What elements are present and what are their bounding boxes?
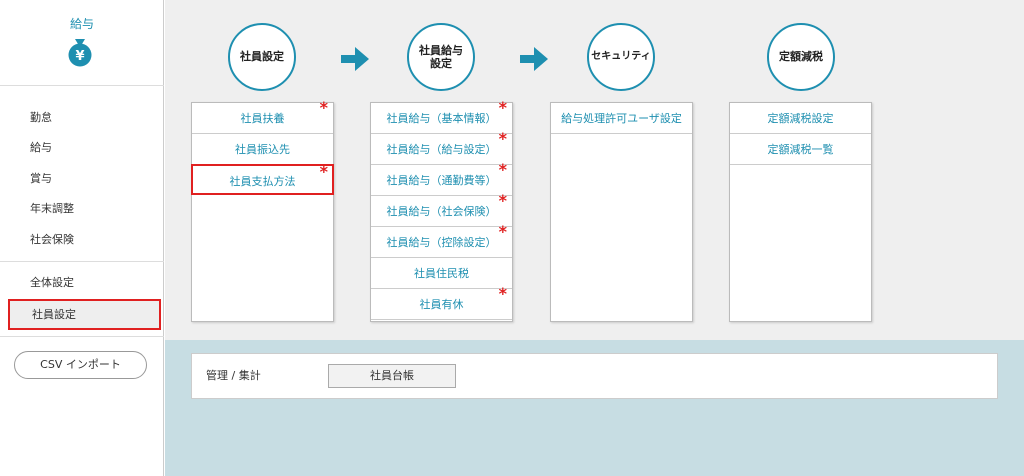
nav-attendance[interactable]: 勤怠 — [0, 104, 164, 132]
required-mark: * — [498, 129, 507, 148]
item-label: 社員振込先 — [235, 143, 290, 156]
app-brand: 給与 ¥ — [0, 0, 164, 86]
step-label: 社員給与 — [419, 43, 463, 57]
svg-text:¥: ¥ — [75, 49, 84, 64]
item-label: 社員給与（給与設定） — [386, 143, 497, 156]
item-label: 社員有休 — [419, 298, 464, 311]
step-label: 定額減税 — [779, 50, 823, 64]
step-fixed-tax-reduction: 定額減税 — [767, 23, 835, 91]
salary-social-insurance-link[interactable]: 社員給与（社会保険） * — [371, 191, 512, 227]
employee-salary-column: 社員給与（基本情報） * 社員給与（給与設定） * 社員給与（通勤費等） * 社… — [370, 98, 513, 322]
step-security: セキュリティ — [587, 23, 655, 91]
nav-salary[interactable]: 給与 — [0, 134, 164, 162]
salary-commute-link[interactable]: 社員給与（通勤費等） * — [371, 160, 512, 196]
nav-global-settings[interactable]: 全体設定 — [0, 269, 164, 297]
tax-reduction-settings-link[interactable]: 定額減税設定 — [730, 103, 871, 134]
sidebar: 給与 ¥ 勤怠 給与 賞与 年末調整 社会保険 全体設定 社員設定 CSV イン… — [0, 0, 164, 476]
nav-bonus[interactable]: 賞与 — [0, 165, 164, 193]
required-mark: * — [498, 191, 507, 210]
item-label: 社員給与（通勤費等） — [386, 174, 497, 187]
item-label: 社員給与（控除設定） — [386, 236, 497, 249]
employee-ledger-button[interactable]: 社員台帳 — [328, 364, 456, 388]
tax-reduction-list-link[interactable]: 定額減税一覧 — [730, 134, 871, 165]
app-title: 給与 — [69, 17, 94, 31]
nav-year-end-adjustment[interactable]: 年末調整 — [0, 195, 164, 223]
employee-paid-leave-link[interactable]: 社員有休 * — [371, 284, 512, 320]
item-label: 社員支払方法 — [229, 175, 296, 188]
nav-social-insurance[interactable]: 社会保険 — [0, 226, 164, 254]
money-bag-icon: ¥ — [68, 39, 92, 67]
step-employee-salary-settings: 社員給与 設定 — [407, 23, 475, 91]
item-label: 社員給与（基本情報） — [386, 112, 497, 125]
nav-divider — [0, 336, 164, 337]
security-column: 給与処理許可ユーザ設定 — [550, 102, 693, 322]
required-mark: * — [498, 222, 507, 241]
management-label: 管理 / 集計 — [206, 369, 261, 382]
required-mark: * — [319, 162, 328, 181]
arrow-right-icon — [520, 47, 548, 71]
employee-settings-column: 社員扶養 * 社員振込先 社員支払方法 * — [191, 98, 334, 322]
required-mark: * — [498, 98, 507, 117]
item-label: 定額減税一覧 — [767, 143, 834, 156]
item-label: 社員給与（社会保険） — [386, 205, 497, 218]
employee-dependents-link[interactable]: 社員扶養 * — [192, 98, 333, 134]
required-mark: * — [498, 284, 507, 303]
employee-payment-method-link[interactable]: 社員支払方法 * — [191, 164, 334, 195]
item-label: 給与処理許可ユーザ設定 — [561, 112, 682, 125]
step-employee-settings: 社員設定 — [228, 23, 296, 91]
step-label: 社員設定 — [240, 50, 284, 64]
salary-deduction-settings-link[interactable]: 社員給与（控除設定） * — [371, 222, 512, 258]
nav-divider — [0, 261, 164, 262]
salary-basic-info-link[interactable]: 社員給与（基本情報） * — [371, 98, 512, 134]
payroll-permission-users-link[interactable]: 給与処理許可ユーザ設定 — [551, 103, 692, 134]
arrow-right-icon — [341, 47, 369, 71]
employee-bank-account-link[interactable]: 社員振込先 — [192, 134, 333, 165]
step-label: セキュリティ — [591, 51, 651, 62]
salary-pay-settings-link[interactable]: 社員給与（給与設定） * — [371, 129, 512, 165]
item-label: 定額減税設定 — [767, 112, 834, 125]
step-label: 設定 — [430, 57, 452, 70]
item-label: 社員住民税 — [414, 267, 469, 280]
item-label: 社員扶養 — [240, 112, 285, 125]
employee-resident-tax-link[interactable]: 社員住民税 — [371, 258, 512, 289]
fixed-tax-reduction-column: 定額減税設定 定額減税一覧 — [729, 102, 872, 322]
required-mark: * — [498, 160, 507, 179]
csv-import-button[interactable]: CSV インポート — [14, 351, 147, 379]
required-mark: * — [319, 98, 328, 117]
management-panel: 管理 / 集計 社員台帳 — [191, 353, 998, 399]
nav-employee-settings[interactable]: 社員設定 — [8, 299, 161, 330]
